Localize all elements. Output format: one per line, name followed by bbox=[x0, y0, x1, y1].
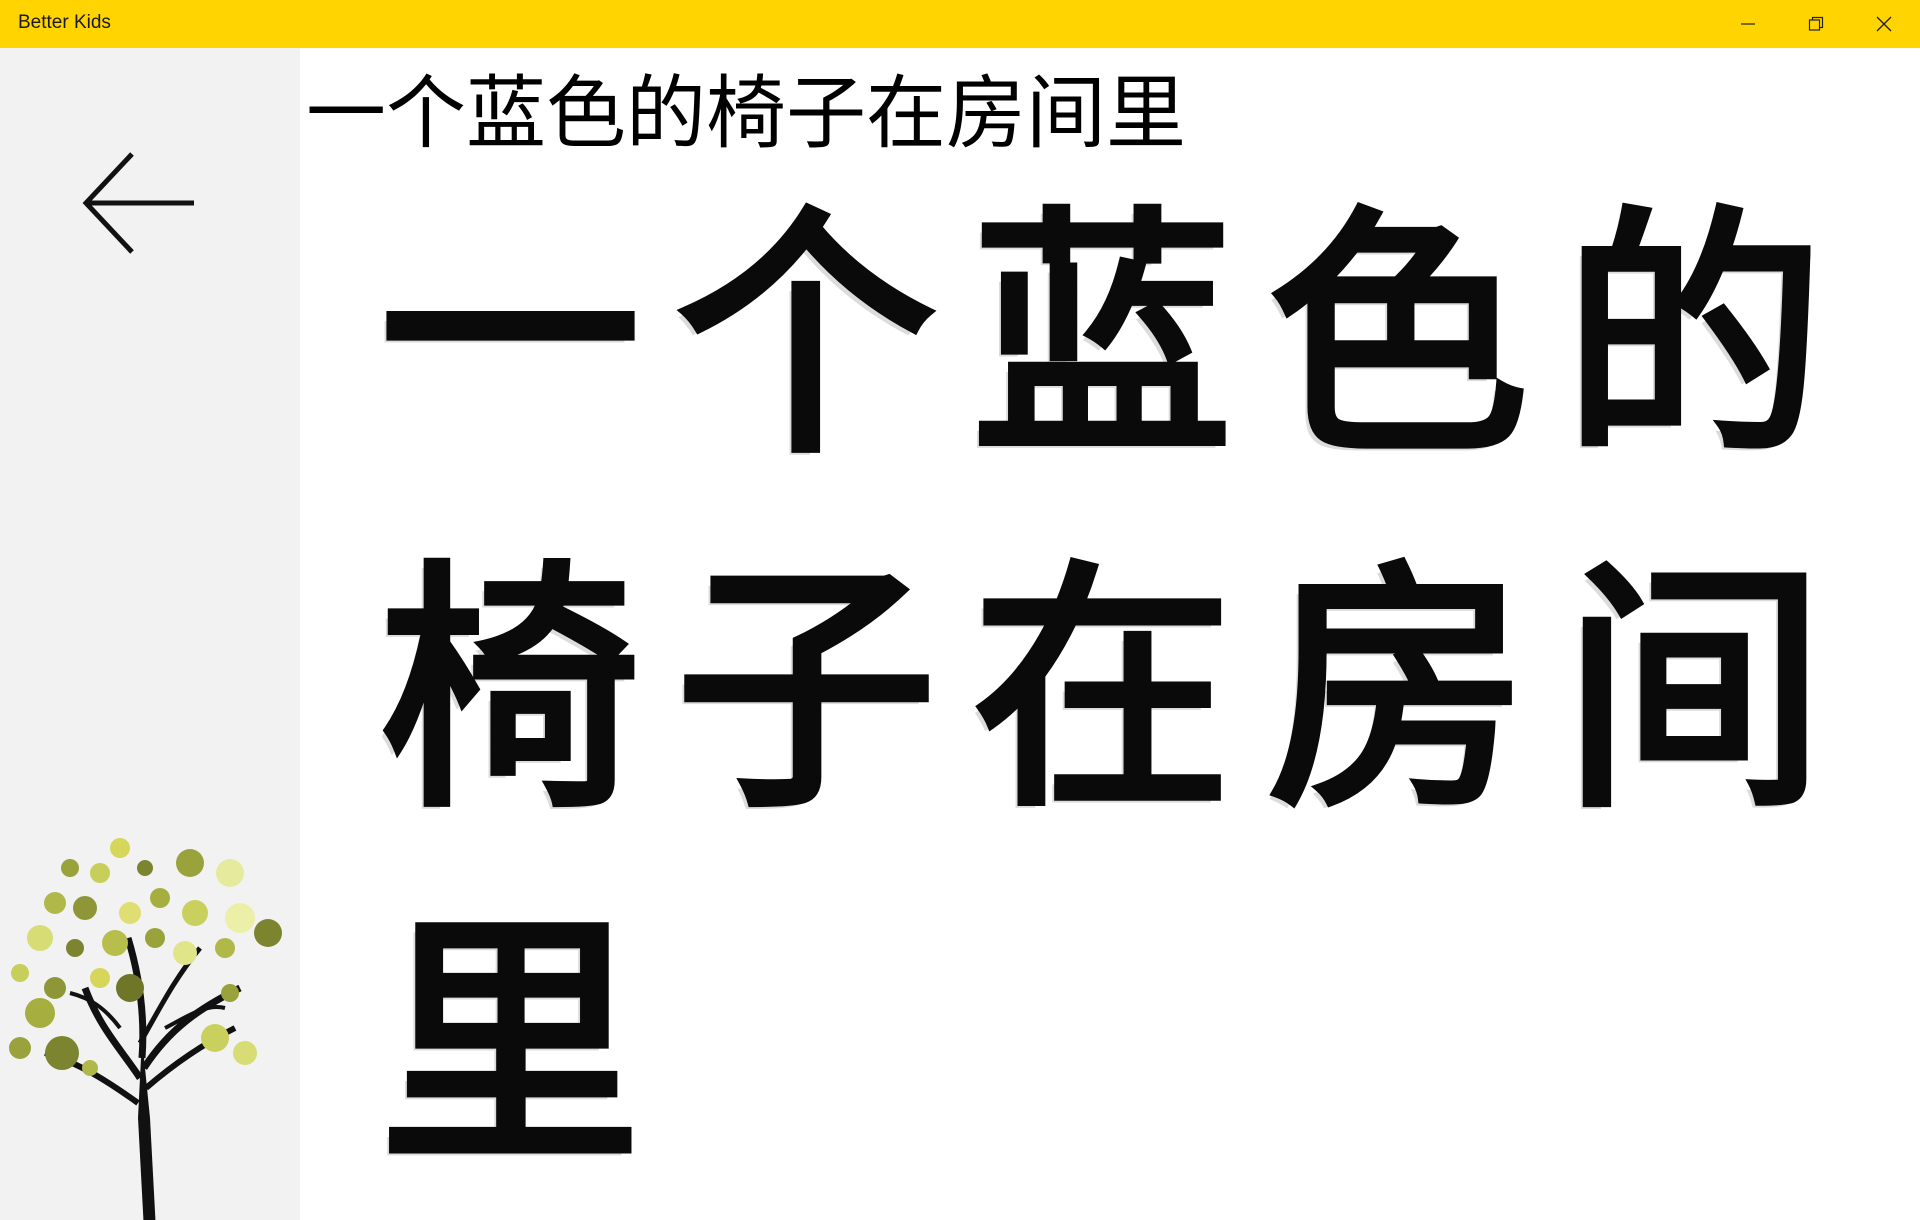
restore-button[interactable] bbox=[1782, 0, 1850, 48]
character-card[interactable]: 蓝 蓝 bbox=[962, 178, 1258, 532]
character-glyph: 里 bbox=[379, 893, 641, 1198]
character-card[interactable]: 在 在 bbox=[962, 532, 1258, 886]
minimize-icon bbox=[1741, 23, 1755, 25]
character-glyph: 椅 bbox=[379, 539, 641, 844]
character-glyph: 蓝 bbox=[971, 185, 1233, 490]
character-glyph: 间 bbox=[1563, 539, 1825, 844]
app-title: Better Kids bbox=[18, 12, 111, 33]
character-card[interactable]: 子 子 bbox=[666, 532, 962, 886]
main-content: 一个蓝色的椅子在房间里 一 一 个 个 蓝 蓝 色 色 的 的 椅 椅 子 子 … bbox=[300, 48, 1920, 1220]
character-glyph: 房 bbox=[1267, 539, 1529, 844]
fruit-tree-icon bbox=[0, 828, 300, 1220]
title-bar[interactable]: Better Kids bbox=[0, 0, 1920, 48]
arrow-left-icon bbox=[82, 152, 194, 254]
character-card[interactable]: 色 色 bbox=[1258, 178, 1554, 532]
sentence-heading: 一个蓝色的椅子在房间里 bbox=[306, 67, 1186, 160]
character-card[interactable]: 里 里 bbox=[370, 886, 666, 1220]
close-icon bbox=[1876, 16, 1892, 32]
character-card[interactable]: 房 房 bbox=[1258, 532, 1554, 886]
character-glyph: 子 bbox=[675, 539, 937, 844]
app-window: Better Kids 一个蓝色的椅子在房间里 一 一 个 个 蓝 蓝 色 色 … bbox=[0, 0, 1920, 1220]
character-glyph: 在 bbox=[971, 539, 1233, 844]
character-card[interactable]: 一 一 bbox=[370, 178, 666, 532]
character-glyph: 色 bbox=[1267, 185, 1529, 490]
character-card[interactable]: 间 间 bbox=[1554, 532, 1850, 886]
back-button[interactable] bbox=[80, 148, 200, 258]
character-glyph: 的 bbox=[1563, 185, 1825, 490]
close-button[interactable] bbox=[1850, 0, 1918, 48]
character-card[interactable]: 个 个 bbox=[666, 178, 962, 532]
character-card[interactable]: 的 的 bbox=[1554, 178, 1850, 532]
character-grid: 一 一 个 个 蓝 蓝 色 色 的 的 椅 椅 子 子 在 在 房 房 间 间 … bbox=[370, 178, 1890, 1220]
character-glyph: 个 bbox=[675, 185, 937, 490]
character-glyph: 一 bbox=[379, 185, 641, 490]
minimize-button[interactable] bbox=[1714, 0, 1782, 48]
restore-icon bbox=[1808, 16, 1824, 31]
sidebar bbox=[0, 48, 300, 1220]
character-card[interactable]: 椅 椅 bbox=[370, 532, 666, 886]
